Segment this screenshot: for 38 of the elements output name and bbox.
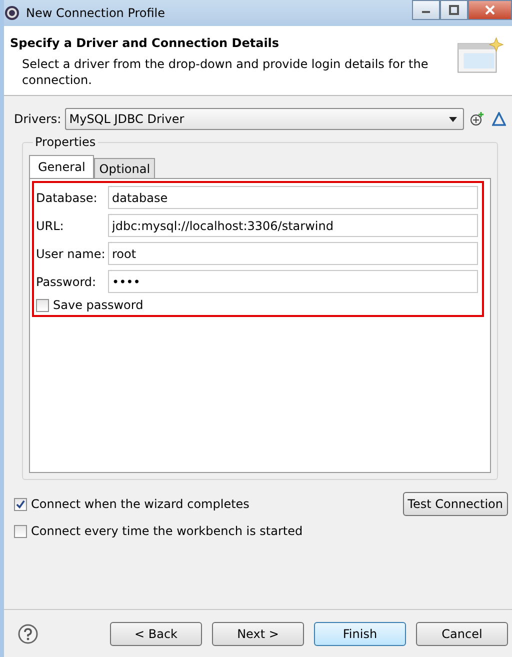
- window-title: New Connection Profile: [26, 6, 166, 20]
- dropdown-arrow-icon: [449, 116, 457, 122]
- field-label: User name:: [36, 246, 106, 260]
- group-title: Properties: [33, 135, 98, 149]
- checkbox[interactable]: [14, 524, 27, 538]
- dialog-button[interactable]: Finish: [314, 622, 406, 646]
- checkbox[interactable]: [36, 298, 49, 312]
- checkbox-label: Connect every time the workbench is started: [31, 524, 303, 538]
- field-label: Password:: [36, 274, 98, 288]
- edit-driver-button[interactable]: [490, 110, 508, 128]
- checkbox-label: Connect when the wizard completes: [31, 497, 250, 511]
- close-button[interactable]: [468, 0, 512, 20]
- page-description: Select a driver from the drop-down and provide login details for the connection.: [22, 56, 430, 88]
- field-label: Database:: [36, 190, 98, 204]
- driver-dropdown[interactable]: MySQL JDBC Driver: [65, 108, 464, 130]
- triangle-icon: [492, 112, 506, 126]
- maximize-button[interactable]: [440, 0, 468, 20]
- tab[interactable]: Optional: [94, 158, 156, 178]
- input-field[interactable]: root: [108, 242, 478, 265]
- drivers-label: Drivers:: [14, 112, 62, 126]
- close-icon: [485, 5, 495, 15]
- input-field[interactable]: jdbc:mysql://localhost:3306/starwind: [108, 214, 478, 237]
- checkbox[interactable]: [14, 498, 27, 510]
- test-connection-button[interactable]: Test Connection: [402, 492, 508, 516]
- new-driver-button[interactable]: [468, 110, 486, 128]
- checkbox-label: Save password: [53, 298, 144, 312]
- tab[interactable]: General: [29, 155, 94, 178]
- minimize-button[interactable]: [412, 0, 440, 20]
- input-field[interactable]: ••••: [108, 270, 478, 293]
- help-icon[interactable]: [18, 624, 38, 644]
- page-title: Specify a Driver and Connection Details: [10, 36, 280, 50]
- dialog-button[interactable]: Cancel: [416, 622, 508, 646]
- add-icon: [470, 112, 484, 126]
- dialog-button[interactable]: Next >: [212, 622, 304, 646]
- maximize-icon: [449, 5, 459, 15]
- input-field[interactable]: database: [108, 186, 478, 209]
- field-label: URL:: [36, 218, 65, 232]
- dialog-button[interactable]: < Back: [110, 622, 202, 646]
